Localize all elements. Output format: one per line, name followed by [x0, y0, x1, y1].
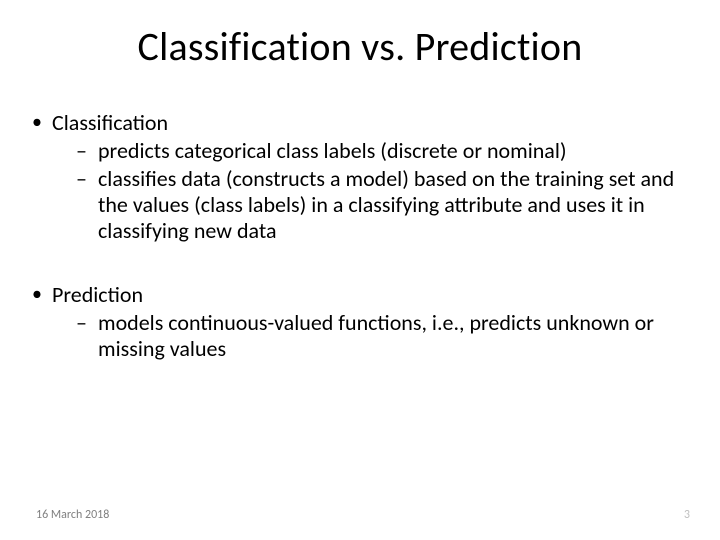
sub-bullet: classifies data (constructs a model) bas… — [52, 166, 680, 244]
sub-bullet: models continuous-valued functions, i.e.… — [52, 310, 680, 362]
bullet-label: Classification — [52, 109, 168, 136]
slide-title: Classification vs. Prediction — [0, 22, 720, 71]
bullet-prediction: Prediction models continuous-valued func… — [26, 282, 680, 362]
bullet-label: Prediction — [52, 281, 143, 308]
sub-bullet: predicts categorical class labels (discr… — [52, 138, 680, 164]
slide-body: Classification predicts categorical clas… — [26, 110, 680, 366]
footer-page-number: 3 — [684, 508, 690, 522]
slide: Classification vs. Prediction Classifica… — [0, 0, 720, 540]
bullet-classification: Classification predicts categorical clas… — [26, 110, 680, 244]
footer-date: 16 March 2018 — [36, 508, 109, 522]
